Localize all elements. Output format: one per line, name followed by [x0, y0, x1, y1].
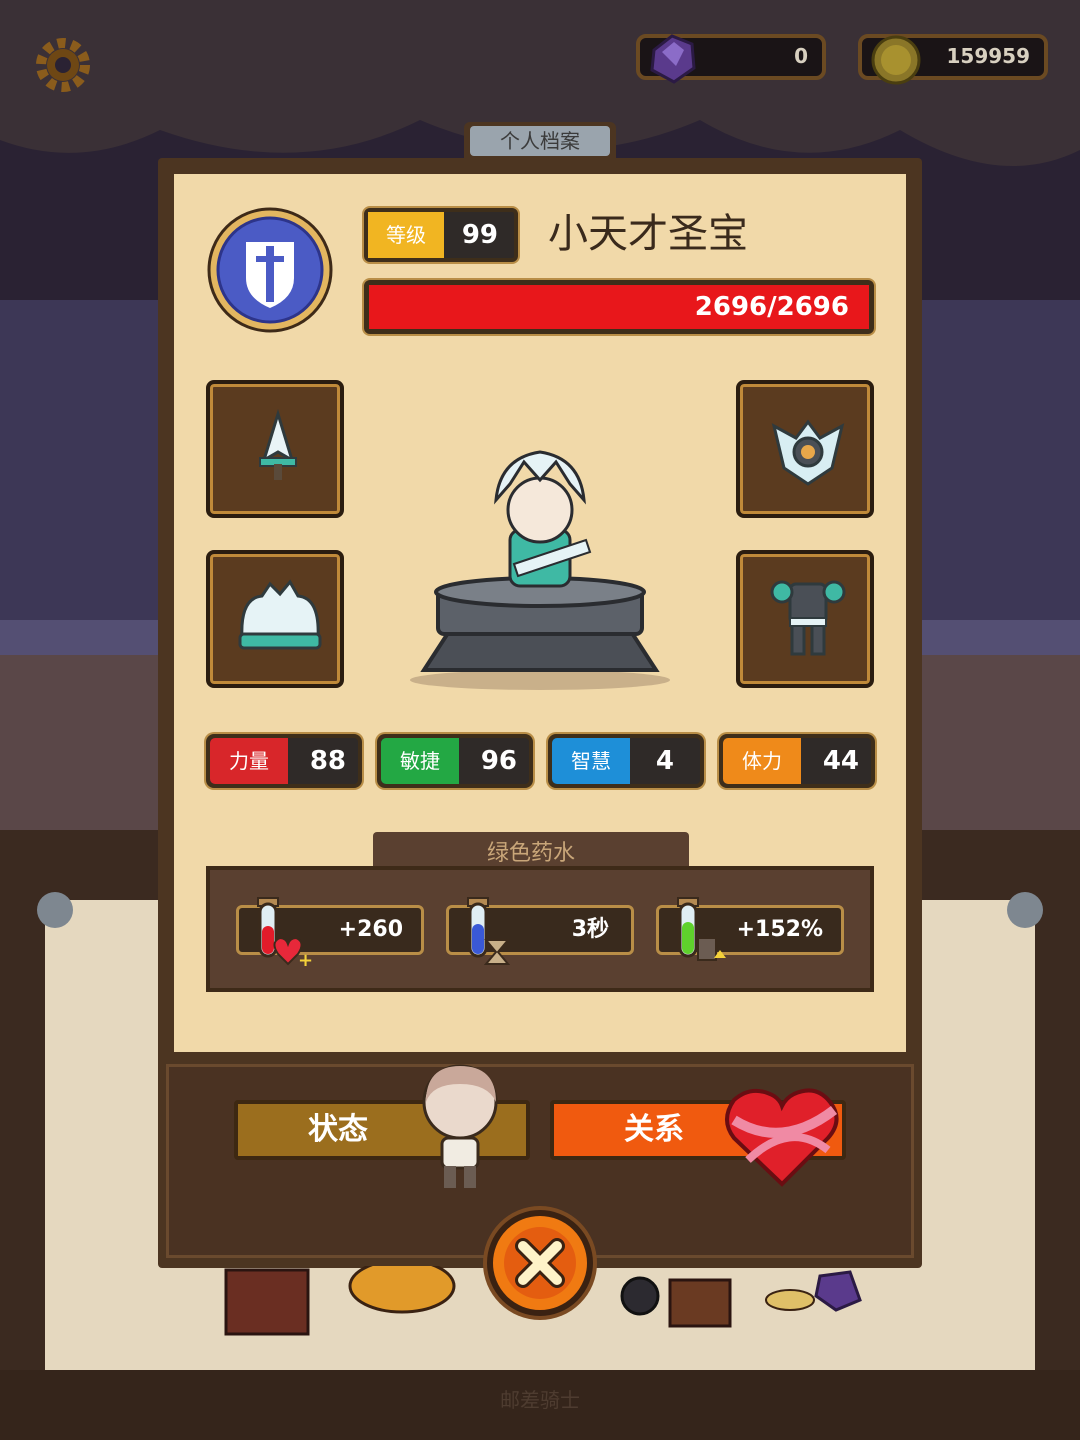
status-button-label: 状态	[308, 1112, 368, 1147]
green-potion-boost-icon	[677, 897, 726, 961]
knight-character	[410, 450, 670, 690]
stat-value: 44	[822, 746, 859, 776]
panel-title: 个人档案	[470, 126, 610, 156]
hp-text: 2696/2696	[694, 292, 849, 322]
gem-icon	[650, 34, 696, 84]
coin-count: 159959	[946, 44, 1031, 68]
helmet-icon	[238, 579, 322, 650]
footer-caption: 邮差骑士	[500, 1388, 580, 1412]
coin-counter[interactable]: 159959	[858, 34, 1048, 85]
stat-label: 智慧	[552, 738, 630, 784]
stat-value: 96	[480, 746, 517, 776]
coin-icon	[871, 35, 921, 85]
red-potion-heart-icon: +	[257, 897, 313, 971]
settings-gear-icon[interactable]	[32, 34, 94, 96]
player-name: 小天才圣宝	[548, 211, 748, 257]
hp-bar: 2696/2696	[364, 280, 874, 334]
level-value: 99	[461, 220, 498, 250]
stat-agility: 敏捷 96	[377, 734, 533, 788]
stat-label: 敏捷	[381, 738, 459, 784]
stat-label: 体力	[723, 738, 801, 784]
gem-counter[interactable]: 0	[636, 34, 826, 84]
stat-strength: 力量 88	[206, 734, 362, 788]
stat-value: 88	[309, 746, 346, 776]
gem-count: 0	[794, 44, 808, 68]
potion-effect-value: +152%	[736, 917, 823, 942]
weapon-icon	[259, 408, 297, 480]
heart-icon	[725, 1088, 839, 1187]
armor-icon	[770, 580, 846, 656]
class-emblem-icon	[206, 206, 334, 334]
potion-effect-value: +260	[338, 917, 403, 942]
equip-slot-armor[interactable]	[736, 550, 874, 688]
companion-character	[422, 1064, 498, 1188]
stat-label: 力量	[210, 738, 288, 784]
shield-icon	[771, 419, 845, 486]
svg-text:+: +	[298, 950, 313, 971]
level-label: 等级	[368, 212, 444, 258]
stat-wisdom: 智慧 4	[548, 734, 704, 788]
relationship-button-label: 关系	[624, 1112, 684, 1147]
background-items	[224, 1266, 862, 1336]
equip-slot-shield[interactable]	[736, 380, 874, 518]
equip-slot-weapon[interactable]	[206, 380, 344, 518]
stat-stamina: 体力 44	[719, 734, 875, 788]
stat-value: 4	[655, 746, 674, 776]
potion-effect-value: 3秒	[571, 917, 609, 942]
level-badge: 等级 99	[364, 208, 518, 262]
blue-potion-hourglass-icon	[467, 897, 511, 965]
equip-slot-helmet[interactable]	[206, 550, 344, 688]
